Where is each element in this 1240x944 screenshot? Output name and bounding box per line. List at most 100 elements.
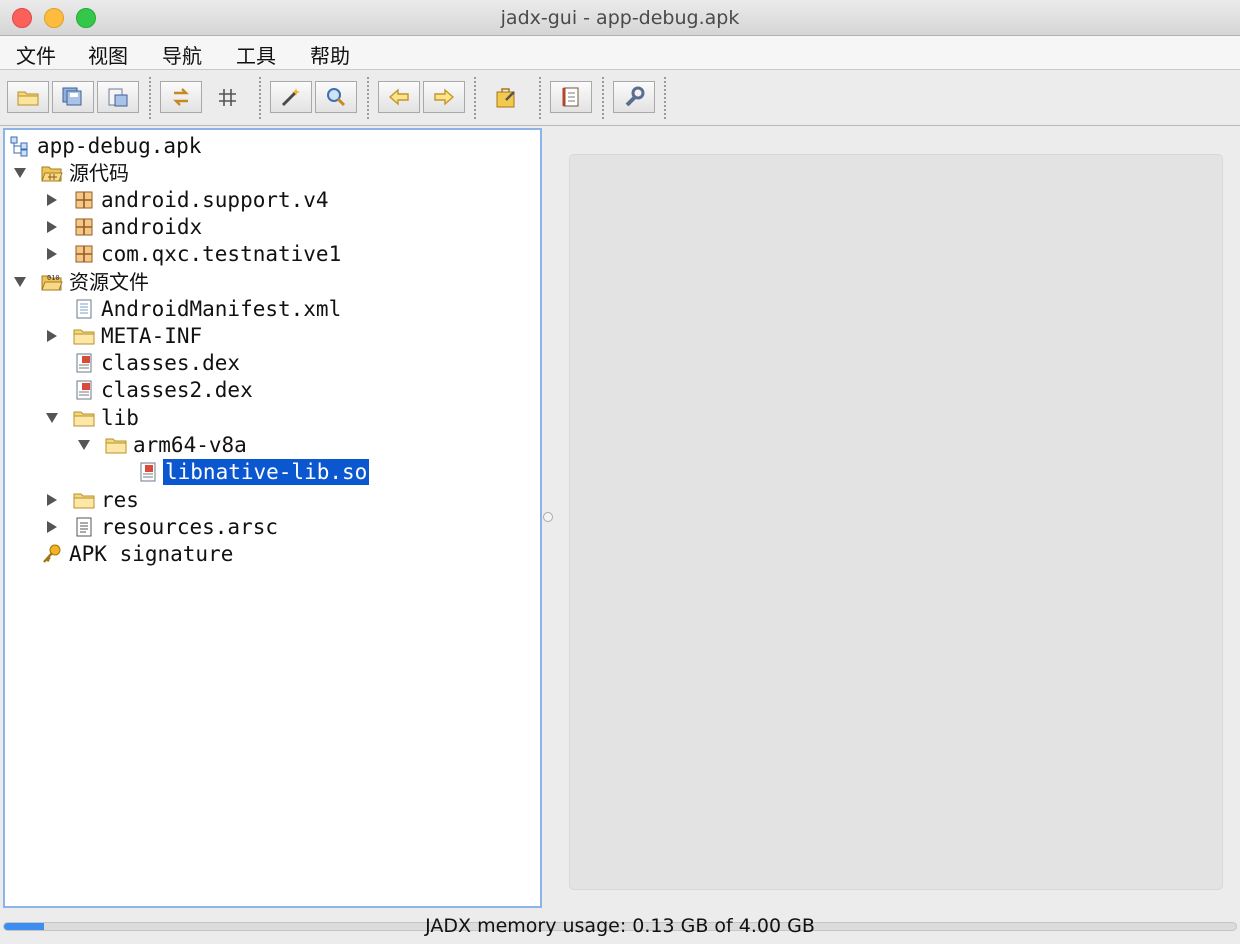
key-icon [43, 544, 61, 563]
flatten-packages-icon [219, 89, 236, 106]
open-folder-icon [17, 91, 39, 106]
split-pane-divider[interactable] [543, 512, 553, 522]
folder-icon [73, 493, 95, 508]
save-all-button[interactable] [52, 81, 94, 113]
search-button[interactable] [315, 81, 357, 113]
decompile-all-button[interactable] [270, 81, 312, 113]
tree-label: META-INF [101, 323, 203, 348]
dex-file-icon [76, 353, 92, 372]
expand-toggle-icon[interactable] [13, 275, 27, 289]
xml-file-icon [76, 299, 92, 318]
memory-usage-label: JADX memory usage: 0.13 GB of 4.00 GB [425, 915, 815, 937]
tree-node-resources[interactable]: 010 资源文件 [41, 268, 151, 295]
tree-label: android.support.v4 [101, 187, 329, 212]
open-folder-icon [41, 166, 63, 181]
forward-arrow-icon [434, 88, 455, 106]
tree-label: app-debug.apk [37, 133, 202, 158]
tree-node-folder[interactable]: arm64-v8a [105, 431, 249, 458]
tree-node-source-code[interactable]: 源代码 [41, 159, 131, 186]
deobfuscation-button[interactable] [486, 81, 528, 113]
tree-label: 资源文件 [69, 269, 149, 294]
tree-label: lib [101, 405, 139, 430]
expand-toggle-icon[interactable] [77, 438, 91, 452]
search-icon [327, 88, 346, 107]
export-button[interactable] [97, 81, 139, 113]
status-bar: JADX memory usage: 0.13 GB of 4.00 GB [0, 910, 1240, 944]
export-icon [108, 88, 128, 107]
toolbar-separator [602, 77, 604, 119]
tree-label: 源代码 [69, 160, 129, 185]
tree-node-package[interactable]: com.qxc.testnative1 [73, 240, 343, 267]
navigate-back-button[interactable] [378, 81, 420, 113]
tree-node-folder[interactable]: META-INF [73, 322, 204, 349]
title-bar: jadx-gui - app-debug.apk [0, 0, 1240, 36]
tree-label: androidx [101, 214, 203, 239]
tree-label: AndroidManifest.xml [101, 296, 342, 321]
resources-folder-icon: 010 [41, 274, 63, 290]
tree-label: resources.arsc [101, 514, 279, 539]
tree-node-package[interactable]: androidx [73, 213, 204, 240]
preferences-button[interactable] [613, 81, 655, 113]
package-icon [75, 218, 93, 235]
dex-file-icon [76, 380, 92, 399]
tree-label: classes2.dex [101, 377, 253, 402]
tree-label: libnative-lib.so [163, 458, 370, 485]
tree-label: classes.dex [101, 350, 241, 375]
collapse-toggle-icon[interactable] [45, 520, 59, 534]
collapse-toggle-icon[interactable] [45, 193, 59, 207]
deobfuscation-icon [496, 88, 515, 108]
menu-bar: 文件 视图 导航 工具 帮助 [0, 36, 1240, 70]
tree-node-root[interactable]: app-debug.apk [9, 132, 203, 159]
menu-navigation[interactable]: 导航 [162, 40, 202, 69]
toolbar-separator [539, 77, 541, 119]
sync-icon [173, 88, 189, 106]
editor-area [569, 154, 1223, 890]
tree-label: arm64-v8a [133, 432, 247, 457]
toolbar [0, 70, 1240, 126]
svg-text:010: 010 [47, 274, 60, 282]
sync-button[interactable] [160, 81, 202, 113]
project-tree[interactable]: app-debug.apk 源代码 android.support.v4 and… [3, 128, 542, 908]
menu-view[interactable]: 视图 [88, 40, 128, 69]
flatten-packages-button[interactable] [207, 81, 249, 113]
back-arrow-icon [388, 88, 409, 106]
arsc-file-icon [76, 517, 92, 536]
log-viewer-icon [562, 87, 579, 107]
save-all-icon [62, 87, 82, 106]
expand-toggle-icon[interactable] [45, 411, 59, 425]
tree-node-file[interactable]: resources.arsc [73, 513, 280, 540]
package-icon [75, 191, 93, 208]
tree-node-file[interactable]: classes.dex [73, 349, 242, 376]
open-file-button[interactable] [7, 81, 49, 113]
navigate-forward-button[interactable] [423, 81, 465, 113]
tree-node-package[interactable]: android.support.v4 [73, 186, 331, 213]
menu-help[interactable]: 帮助 [310, 40, 350, 69]
toolbar-separator [367, 77, 369, 119]
package-icon [75, 245, 93, 262]
expand-toggle-icon[interactable] [13, 166, 27, 180]
collapse-toggle-icon[interactable] [45, 220, 59, 234]
tree-label: APK signature [69, 541, 234, 566]
tree-node-file-selected[interactable]: libnative-lib.so [137, 458, 370, 485]
collapse-toggle-icon[interactable] [45, 493, 59, 507]
toolbar-separator [149, 77, 151, 119]
tree-node-folder[interactable]: lib [73, 404, 141, 431]
tree-node-file[interactable]: AndroidManifest.xml [73, 295, 343, 322]
menu-file[interactable]: 文件 [16, 40, 56, 69]
tree-node-folder[interactable]: res [73, 486, 141, 513]
tree-node-file[interactable]: classes2.dex [73, 376, 255, 403]
log-viewer-button[interactable] [550, 81, 592, 113]
window-title: jadx-gui - app-debug.apk [500, 7, 740, 29]
folder-icon [73, 411, 95, 426]
tree-label: com.qxc.testnative1 [101, 241, 342, 266]
toolbar-separator [664, 77, 666, 119]
collapse-toggle-icon[interactable] [45, 329, 59, 343]
toolbar-separator [259, 77, 261, 119]
collapse-toggle-icon[interactable] [45, 247, 59, 261]
preferences-wrench-icon [625, 86, 645, 107]
menu-tools[interactable]: 工具 [236, 40, 276, 69]
folder-icon [105, 438, 127, 453]
tree-node-signature[interactable]: APK signature [41, 540, 235, 567]
folder-icon [73, 329, 95, 344]
tree-label: res [101, 487, 139, 512]
